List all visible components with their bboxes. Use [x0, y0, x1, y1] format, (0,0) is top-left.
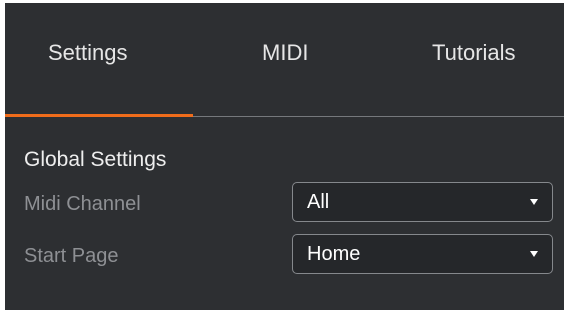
midi-channel-label: Midi Channel — [24, 193, 141, 215]
midi-channel-value: All — [307, 191, 330, 213]
start-page-label: Start Page — [24, 245, 119, 267]
tab-bar: Settings MIDI Tutorials — [5, 3, 564, 117]
tab-midi[interactable]: MIDI — [262, 39, 308, 67]
settings-panel: Settings MIDI Tutorials Global Settings … — [5, 3, 564, 310]
chevron-down-icon — [530, 199, 538, 205]
tab-tutorials[interactable]: Tutorials — [432, 39, 516, 67]
section-title-global-settings: Global Settings — [24, 148, 167, 171]
tab-settings[interactable]: Settings — [48, 39, 128, 67]
chevron-down-icon — [530, 251, 538, 257]
start-page-select[interactable]: Home — [292, 234, 553, 274]
active-tab-indicator — [5, 114, 193, 117]
midi-channel-select[interactable]: All — [292, 182, 553, 222]
start-page-value: Home — [307, 243, 361, 265]
